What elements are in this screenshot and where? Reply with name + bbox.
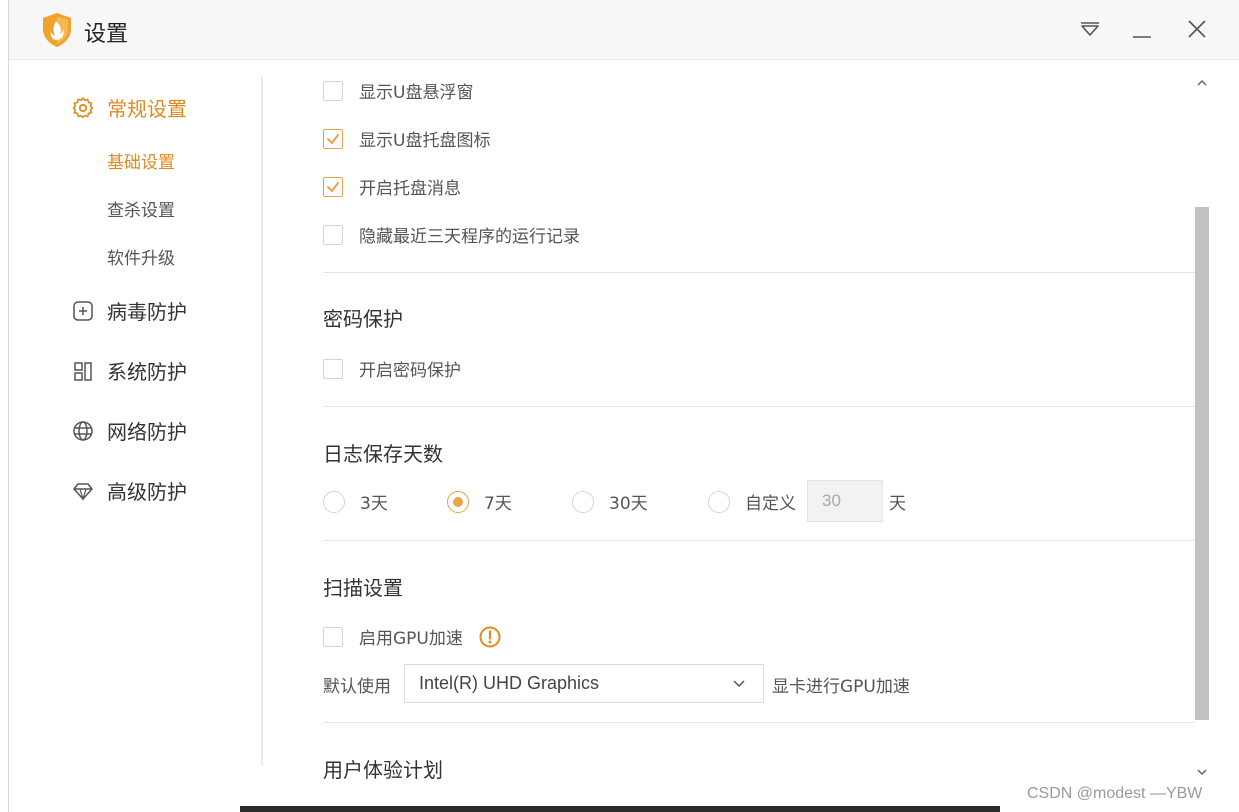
option-password-protection[interactable]: 开启密码保护 [323,356,461,381]
log-days-section-title: 日志保存天数 [323,442,443,466]
radio-3-days-label: 3天 [360,494,388,514]
usb-tray-icon-label: 显示U盘托盘图标 [359,131,491,151]
radio-7-days-button[interactable] [447,490,469,513]
gear-icon [71,96,95,120]
radio-custom-days-button[interactable] [708,490,730,513]
radio-30-days-label: 30天 [609,494,648,514]
grid-icon [71,359,95,383]
settings-content: 显示U盘悬浮窗 显示U盘托盘图标 开启托盘消息 隐藏最近三天程序的运行记录 密码… [309,60,1209,812]
nav-basic-settings[interactable]: 基础设置 [107,148,175,173]
sidebar-divider [261,76,263,766]
radio-3-days[interactable]: 3天 [323,489,388,514]
scrollbar-thumb[interactable] [1195,207,1209,720]
usb-tray-icon-checkbox[interactable] [323,128,343,149]
password-protection-checkbox[interactable] [323,358,343,379]
nav-virus-protection-label: 病毒防护 [107,300,187,324]
radio-30-days-button[interactable] [572,490,594,513]
checkmark-icon [327,181,339,192]
hide-run-records-checkbox[interactable] [323,224,343,245]
radio-7-days[interactable]: 7天 [447,489,512,514]
close-icon [1188,20,1206,38]
minimize-icon [1133,36,1151,38]
scroll-up-button[interactable] [1195,76,1209,90]
section-divider [323,406,1195,407]
background-strip [0,0,8,812]
scroll-down-button[interactable] [1195,765,1209,779]
tray-messages-checkbox[interactable] [323,176,343,197]
nav-network-protection-label: 网络防护 [107,420,187,444]
scan-section-title: 扫描设置 [323,576,403,600]
nav-software-upgrade[interactable]: 软件升级 [107,244,175,269]
section-divider [323,540,1195,541]
usb-float-window-checkbox[interactable] [323,80,343,101]
option-tray-messages[interactable]: 开启托盘消息 [323,174,461,199]
minimize-button[interactable] [1127,14,1157,44]
ux-plan-section-title: 用户体验计划 [323,758,443,782]
custom-days-unit: 天 [889,494,906,514]
option-gpu-acceleration[interactable]: 启用GPU加速 [323,624,501,649]
radio-7-days-label: 7天 [484,494,512,514]
password-section-title: 密码保护 [323,307,403,331]
nav-system-protection-label: 系统防护 [107,360,187,384]
plus-square-icon [71,299,95,323]
default-gpu-prefix: 默认使用 [323,677,391,697]
hide-run-records-label: 隐藏最近三天程序的运行记录 [359,227,580,247]
title-bar: 设置 [9,0,1239,60]
section-divider [323,722,1195,723]
checkmark-icon [327,133,339,144]
usb-float-window-label: 显示U盘悬浮窗 [359,83,474,103]
password-protection-label: 开启密码保护 [359,361,461,381]
option-usb-tray-icon[interactable]: 显示U盘托盘图标 [323,126,490,151]
default-gpu-suffix: 显卡进行GPU加速 [772,677,910,697]
menu-dropdown-button[interactable] [1075,14,1105,44]
nav-general-settings-label: 常规设置 [107,97,187,121]
shield-logo-icon [43,13,71,47]
nav-advanced-protection-label: 高级防护 [107,480,187,504]
taskbar-edge [240,806,1000,812]
chevron-down-icon [733,680,745,688]
section-divider [323,272,1195,273]
nav-virus-protection[interactable]: 病毒防护 [71,296,187,325]
chevron-up-icon [1197,79,1207,86]
warning-info-icon[interactable] [479,626,501,648]
option-hide-run-records[interactable]: 隐藏最近三天程序的运行记录 [323,222,580,247]
window-title: 设置 [84,22,129,47]
diamond-icon [71,479,95,503]
settings-window: 设置 常规设置 基础设置 查杀设置 软件升级 病毒防护 系统防护 网络防护 高级… [8,0,1239,812]
nav-advanced-protection[interactable]: 高级防护 [71,476,187,505]
globe-icon [71,419,95,443]
tray-messages-label: 开启托盘消息 [359,179,461,199]
nav-scan-settings[interactable]: 查杀设置 [107,196,175,221]
gpu-device-select[interactable]: Intel(R) UHD Graphics [404,664,764,703]
gpu-device-value: Intel(R) UHD Graphics [419,673,600,693]
watermark-text: CSDN @modest —YBW [1027,785,1203,802]
option-usb-float-window[interactable]: 显示U盘悬浮窗 [323,78,473,103]
radio-30-days[interactable]: 30天 [572,489,648,514]
chevron-down-icon [1197,769,1207,776]
radio-custom-days[interactable]: 自定义 [708,489,796,514]
nav-network-protection[interactable]: 网络防护 [71,416,187,445]
radio-3-days-button[interactable] [323,490,345,513]
nav-system-protection[interactable]: 系统防护 [71,356,187,385]
gpu-acceleration-checkbox[interactable] [323,626,343,647]
nav-general-settings[interactable]: 常规设置 [71,93,187,122]
close-button[interactable] [1182,14,1212,44]
radio-custom-days-label: 自定义 [745,494,796,514]
custom-days-input[interactable]: 30 [807,480,883,522]
gpu-acceleration-label: 启用GPU加速 [359,629,463,649]
triangle-down-icon [1081,22,1099,36]
